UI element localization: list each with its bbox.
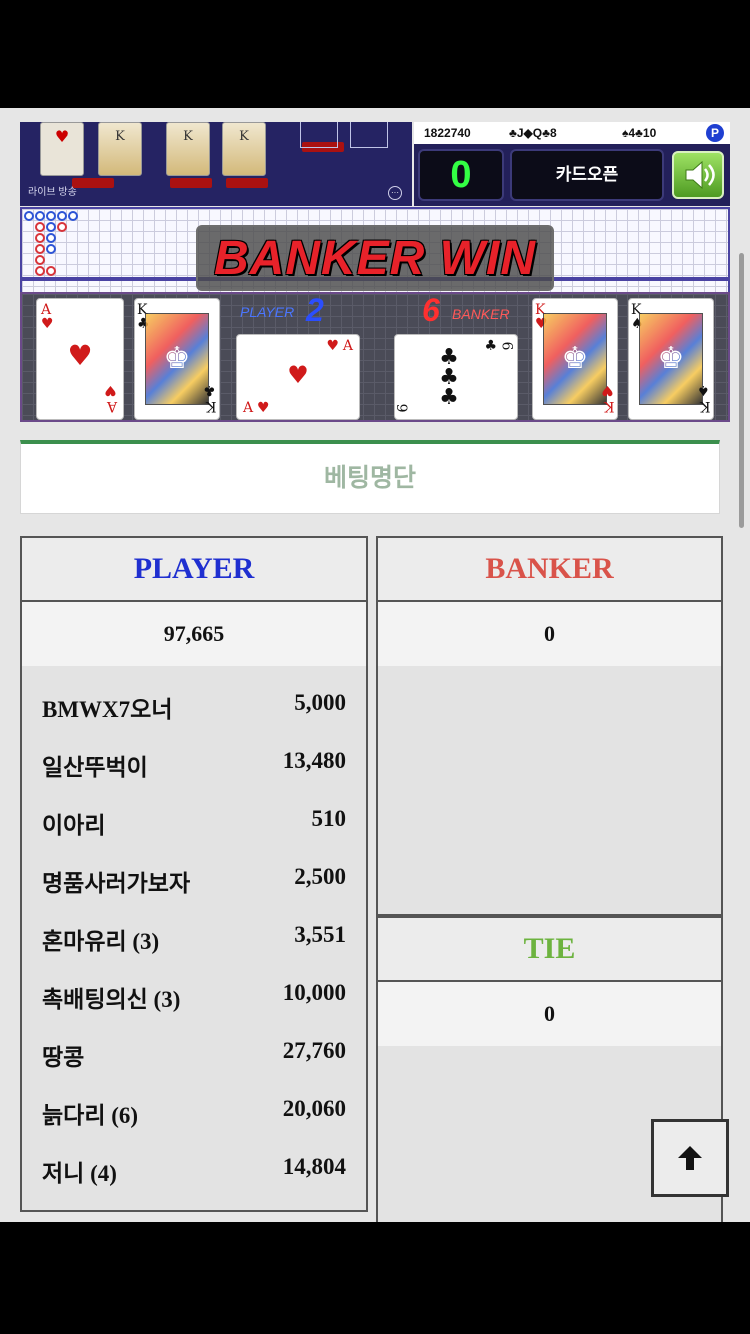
round-history-strip: 1822740 ♣J◆Q♣8 ♠4♣10 P <box>414 122 730 144</box>
tie-bets-total: 0 <box>378 982 721 1046</box>
king-face: ♚ <box>639 313 703 405</box>
broadcast-chip <box>170 178 212 188</box>
bet-row: 늙다리 (6) 20,060 <box>22 1080 366 1138</box>
bet-amount: 5,000 <box>294 690 346 715</box>
card-open-button[interactable]: 카드오픈 <box>510 149 664 201</box>
banker-card-1-sideways: 6 ♣ ♣ ♣ ♣ 6 <box>394 334 518 420</box>
player-side-score: 2 <box>306 292 324 328</box>
broadcast-chip <box>226 178 268 188</box>
speaker-icon <box>685 160 715 190</box>
banker-bead <box>57 222 67 232</box>
bet-row: 혼마유리 (3) 3,551 <box>22 906 366 964</box>
banker-bead <box>35 244 45 254</box>
player-bets-column: PLAYER 97,665 BMWX7오너 5,000 일산뚜벅이 13,480 이아리… <box>20 536 368 1212</box>
player-bead <box>35 211 45 221</box>
player-card-2: K ♣ ♚ ♣ K <box>134 298 220 420</box>
bettor-name: 혼마유리 (3) <box>42 929 160 954</box>
player-bead <box>46 211 56 221</box>
history-cards-2: ♠4♣10 <box>622 126 657 140</box>
more-icon[interactable]: ··· <box>388 186 402 200</box>
banker-bead <box>35 266 45 276</box>
bettor-name: 촉배팅의신 (3) <box>42 987 181 1012</box>
banker-bead <box>35 233 45 243</box>
player-bead <box>46 244 56 254</box>
round-id: 1822740 <box>424 126 471 140</box>
bet-amount: 10,000 <box>282 980 346 1005</box>
broadcast-chip <box>72 178 114 188</box>
result-text: BANKER WIN <box>214 232 536 285</box>
bet-row: 저니 (4) 14,804 <box>22 1138 366 1196</box>
banker-bead <box>46 266 56 276</box>
player-bets-total: 97,665 <box>22 602 366 666</box>
bet-amount: 13,480 <box>282 748 346 773</box>
king-face: ♚ <box>145 313 209 405</box>
banker-card-3: K ♠ ♚ ♠ K <box>628 298 714 420</box>
bettor-name: 저니 (4) <box>42 1161 117 1186</box>
banker-bead <box>35 222 45 232</box>
live-broadcast-view[interactable]: ♥ K K K 라이브 방송 ··· <box>20 122 412 206</box>
tie-bets-header: TIE <box>378 918 721 982</box>
player-bead <box>57 211 67 221</box>
card-table: A ♥ ♥ ♥ A K ♣ ♚ ♣ K ♥ A ♥ A ♥ PLAYER 2 6… <box>20 292 730 422</box>
bet-row: 땅콩 27,760 <box>22 1022 366 1080</box>
player-bead <box>24 211 34 221</box>
scrollbar[interactable] <box>739 253 744 528</box>
bet-row: 이아리 510 <box>22 790 366 848</box>
player-bets-header: PLAYER <box>22 538 366 602</box>
broadcast-card: K <box>222 122 266 176</box>
bottom-bezel <box>0 1222 750 1334</box>
countdown-timer: 0 <box>418 149 504 201</box>
player-bead <box>68 211 78 221</box>
bet-row: BMWX7오너 5,000 <box>22 674 366 732</box>
bet-amount: 14,804 <box>282 1154 346 1179</box>
banker-bets-column: BANKER 0 <box>376 536 723 916</box>
bet-amount: 3,551 <box>294 922 346 947</box>
player-side-label: PLAYER <box>240 304 295 320</box>
king-face: ♚ <box>543 313 607 405</box>
bettor-name: 이아리 <box>42 813 106 838</box>
banker-bead <box>35 255 45 265</box>
player-card-3-sideways: ♥ A ♥ A ♥ <box>236 334 360 420</box>
broadcast-card-slot <box>350 122 388 148</box>
sound-button[interactable] <box>672 151 724 199</box>
bet-amount: 510 <box>311 806 347 831</box>
bet-amount: 27,760 <box>282 1038 346 1063</box>
page: ♥ K K K 라이브 방송 ··· 1822740 ♣J◆Q♣8 ♠4♣10 … <box>0 108 750 1222</box>
arrow-up-icon <box>678 1146 702 1170</box>
bet-row: 일산뚜벅이 13,480 <box>22 732 366 790</box>
betting-list-title: 베팅명단 <box>323 464 416 492</box>
bet-row: 촉배팅의신 (3) 10,000 <box>22 964 366 1022</box>
player-card-1: A ♥ ♥ ♥ A <box>36 298 124 420</box>
history-cards-1: ♣J◆Q♣8 <box>509 126 557 140</box>
bettor-name: 땅콩 <box>42 1045 85 1070</box>
banker-bets-total: 0 <box>378 602 721 666</box>
bet-amount: 20,060 <box>282 1096 346 1121</box>
banker-side-score: 6 <box>422 292 440 328</box>
broadcast-card: ♥ <box>40 122 84 176</box>
banker-bets-header: BANKER <box>378 538 721 602</box>
broadcast-card: K <box>98 122 142 176</box>
broadcast-label: 라이브 방송 <box>28 187 77 198</box>
player-bead <box>46 222 56 232</box>
scroll-top-button[interactable] <box>651 1119 729 1197</box>
result-banner: BANKER WIN <box>196 225 554 291</box>
top-bezel <box>0 0 750 108</box>
bettor-name: 일산뚜벅이 <box>42 755 148 780</box>
banker-card-2: K ♥ ♚ ♥ K <box>532 298 618 420</box>
broadcast-card-slot <box>300 122 338 148</box>
bettor-name: 명품사러가보자 <box>42 871 191 896</box>
bet-amount: 2,500 <box>294 864 346 889</box>
bettor-name: 늙다리 (6) <box>42 1103 139 1128</box>
bettor-name: BMWX7오너 <box>42 697 173 722</box>
p-badge[interactable]: P <box>706 124 724 142</box>
banker-side-label: BANKER <box>452 306 510 322</box>
round-info-panel: 1822740 ♣J◆Q♣8 ♠4♣10 P 0 카드오픈 <box>414 122 730 206</box>
broadcast-card: K <box>166 122 210 176</box>
player-bead <box>46 233 56 243</box>
bet-row: 명품사러가보자 2,500 <box>22 848 366 906</box>
betting-list-header: 베팅명단 <box>20 440 720 514</box>
